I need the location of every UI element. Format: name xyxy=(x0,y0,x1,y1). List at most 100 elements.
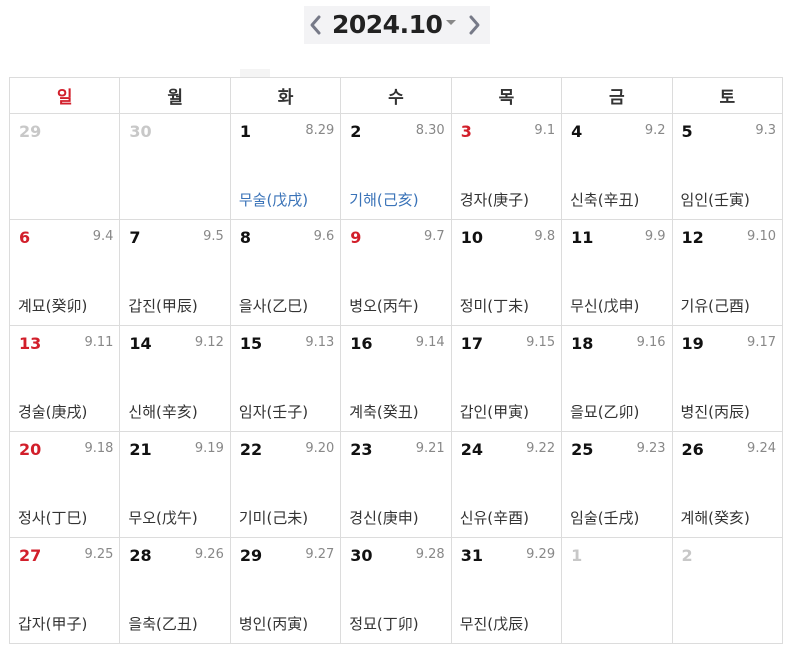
ganji-label: 신축(辛丑) xyxy=(570,191,640,209)
lunar-date: 9.23 xyxy=(636,441,666,456)
day-cell[interactable]: 1 xyxy=(561,537,673,644)
ganji-label: 을축(乙丑) xyxy=(128,615,198,633)
ganji-label: 정사(丁巳) xyxy=(18,509,88,527)
day-cell[interactable]: 30 xyxy=(119,113,231,220)
day-cell[interactable]: 15 9.13 임자(壬子) xyxy=(229,325,342,432)
ganji-label: 경자(庚子) xyxy=(459,191,529,209)
day-number: 12 xyxy=(681,228,704,247)
day-number: 1 xyxy=(571,546,583,565)
weekday-mon: 월 xyxy=(119,77,231,114)
day-cell[interactable]: 29 xyxy=(8,113,121,220)
weekday-tue: 화 xyxy=(229,77,342,114)
lunar-date: 9.27 xyxy=(305,547,335,562)
lunar-date: 9.12 xyxy=(194,335,224,350)
prev-month-button[interactable] xyxy=(304,6,326,44)
day-cell[interactable]: 17 9.15 갑인(甲寅) xyxy=(450,325,563,432)
day-cell[interactable]: 4 9.2 신축(辛丑) xyxy=(561,113,673,220)
day-number: 8 xyxy=(239,228,251,247)
day-number: 29 xyxy=(19,122,42,141)
day-cell[interactable]: 2 8.30 기해(己亥) xyxy=(340,113,452,220)
day-cell[interactable]: 12 9.10 기유(己酉) xyxy=(671,219,784,326)
calendar-page: 2024.10 일 월 화 수 목 금 토 29 30 1 8.29 무술(戊戌) 2 8.… xyxy=(0,0,791,650)
ganji-label: 임인(壬寅) xyxy=(680,191,750,209)
day-number: 6 xyxy=(19,228,31,247)
day-number: 5 xyxy=(681,122,693,141)
lunar-date: 9.2 xyxy=(644,123,666,138)
next-month-button[interactable] xyxy=(464,6,486,44)
day-number: 23 xyxy=(350,440,373,459)
lunar-date: 9.3 xyxy=(755,123,776,138)
day-cell[interactable]: 16 9.14 계축(癸丑) xyxy=(340,325,452,432)
day-cell[interactable]: 7 9.5 갑진(甲辰) xyxy=(119,219,231,326)
day-cell[interactable]: 31 9.29 무진(戊辰) xyxy=(450,537,563,644)
day-number: 29 xyxy=(239,546,263,565)
day-cell[interactable]: 18 9.16 을묘(乙卯) xyxy=(561,325,673,432)
day-cell[interactable]: 2 xyxy=(671,537,784,644)
ganji-label: 무신(戊申) xyxy=(570,297,640,315)
lunar-date: 9.24 xyxy=(747,441,776,456)
day-cell[interactable]: 22 9.20 기미(己未) xyxy=(229,431,342,538)
week-row: 13 9.11 경술(庚戌) 14 9.12 신해(辛亥) 15 9.13 임자(壬子) 16 9.… xyxy=(8,325,784,432)
day-cell[interactable]: 28 9.26 을축(乙丑) xyxy=(119,537,231,644)
ganji-label: 임술(壬戌) xyxy=(570,509,640,527)
day-cell[interactable]: 13 9.11 경술(庚戌) xyxy=(8,325,121,432)
lunar-date: 9.11 xyxy=(84,335,114,350)
day-cell[interactable]: 1 8.29 무술(戊戌) xyxy=(229,113,342,220)
ganji-label: 정미(丁未) xyxy=(459,297,529,315)
day-cell[interactable]: 30 9.28 정묘(丁卯) xyxy=(340,537,452,644)
day-cell[interactable]: 27 9.25 갑자(甲子) xyxy=(8,537,121,644)
day-cell[interactable]: 25 9.23 임술(壬戌) xyxy=(561,431,673,538)
month-label[interactable]: 2024.10 xyxy=(332,6,443,44)
ganji-label: 기유(己酉) xyxy=(680,297,750,315)
calendar-grid: 일 월 화 수 목 금 토 29 30 1 8.29 무술(戊戌) 2 8.30 기해(己亥)… xyxy=(8,77,784,644)
day-cell[interactable]: 26 9.24 계해(癸亥) xyxy=(671,431,784,538)
day-number: 2 xyxy=(681,546,693,565)
day-cell[interactable]: 14 9.12 신해(辛亥) xyxy=(119,325,231,432)
chevron-right-icon xyxy=(469,15,480,35)
day-number: 11 xyxy=(571,228,594,247)
day-cell[interactable]: 8 9.6 을사(乙巳) xyxy=(229,219,342,326)
day-number: 14 xyxy=(129,334,152,353)
ganji-label: 정묘(丁卯) xyxy=(349,615,419,633)
day-cell[interactable]: 21 9.19 무오(戊午) xyxy=(119,431,231,538)
lunar-date: 9.5 xyxy=(203,229,224,244)
ganji-label: 기해(己亥) xyxy=(349,191,419,209)
week-row: 29 30 1 8.29 무술(戊戌) 2 8.30 기해(己亥) 3 9.1 경자(庚子) 4 9.2… xyxy=(8,113,784,220)
lunar-date: 9.21 xyxy=(415,441,445,456)
day-cell[interactable]: 29 9.27 병인(丙寅) xyxy=(229,537,342,644)
lunar-date: 9.29 xyxy=(526,547,556,562)
lunar-date: 9.26 xyxy=(194,547,224,562)
ganji-label: 신해(辛亥) xyxy=(128,403,198,421)
lunar-date: 9.13 xyxy=(305,335,335,350)
week-row: 20 9.18 정사(丁巳) 21 9.19 무오(戊午) 22 9.20 기미(己未) 23 9.… xyxy=(8,431,784,538)
day-number: 15 xyxy=(239,334,263,353)
day-cell[interactable]: 3 9.1 경자(庚子) xyxy=(450,113,563,220)
day-cell[interactable]: 23 9.21 경신(庚申) xyxy=(340,431,452,538)
day-number: 3 xyxy=(460,122,472,141)
day-number: 10 xyxy=(460,228,483,247)
weekday-fri: 금 xyxy=(561,77,673,114)
lunar-date: 9.28 xyxy=(415,547,445,562)
day-cell[interactable]: 20 9.18 정사(丁巳) xyxy=(8,431,121,538)
ganji-label: 계해(癸亥) xyxy=(680,509,750,527)
ganji-label: 계묘(癸卯) xyxy=(18,297,88,315)
day-cell[interactable]: 6 9.4 계묘(癸卯) xyxy=(8,219,121,326)
day-cell[interactable]: 24 9.22 신유(辛酉) xyxy=(450,431,563,538)
day-cell[interactable]: 11 9.9 무신(戊申) xyxy=(561,219,673,326)
lunar-date: 9.18 xyxy=(84,441,114,456)
day-cell[interactable]: 5 9.3 임인(壬寅) xyxy=(671,113,784,220)
day-cell[interactable]: 19 9.17 병진(丙辰) xyxy=(671,325,784,432)
day-number: 18 xyxy=(571,334,594,353)
lunar-date: 9.7 xyxy=(424,229,445,244)
lunar-date: 8.29 xyxy=(305,123,335,138)
lunar-date: 9.10 xyxy=(747,229,776,244)
day-number: 4 xyxy=(571,122,583,141)
day-number: 24 xyxy=(460,440,483,459)
day-cell[interactable]: 9 9.7 병오(丙午) xyxy=(340,219,452,326)
lunar-date: 9.20 xyxy=(305,441,335,456)
caret-down-icon[interactable] xyxy=(446,19,457,25)
day-number: 1 xyxy=(239,122,251,141)
day-number: 28 xyxy=(129,546,152,565)
day-cell[interactable]: 10 9.8 정미(丁未) xyxy=(450,219,563,326)
day-number: 21 xyxy=(129,440,152,459)
